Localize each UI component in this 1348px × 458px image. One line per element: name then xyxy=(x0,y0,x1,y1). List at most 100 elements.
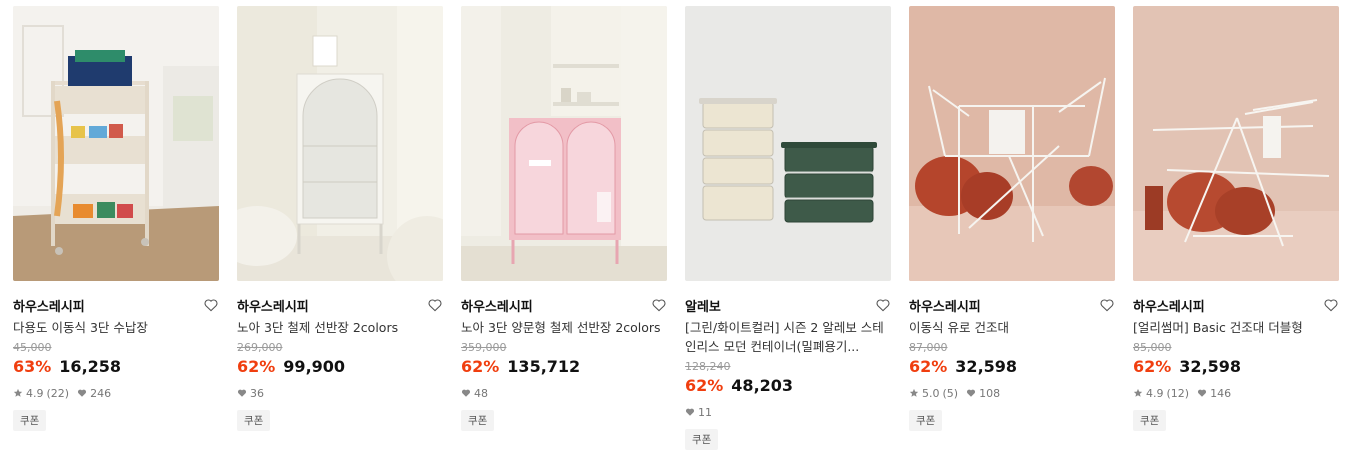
product-image[interactable] xyxy=(237,6,443,281)
star-icon xyxy=(909,388,919,397)
original-price: 128,240 xyxy=(685,360,731,373)
heart-outline-icon[interactable] xyxy=(427,297,443,313)
product-stats: 11 xyxy=(685,405,891,419)
discount-rate: 63% xyxy=(13,357,52,376)
coupon-badge: 쿠폰 xyxy=(1133,410,1167,431)
product-image[interactable] xyxy=(685,6,891,281)
product-title[interactable]: 노아 3단 철제 선반장 2colors xyxy=(237,318,443,337)
review-count: (5) xyxy=(942,386,959,400)
product-title[interactable]: [그린/화이트컬러] 시즌 2 알레보 스테인리스 모던 컨테이너(밀폐용기..… xyxy=(685,318,891,356)
sale-price: 32,598 xyxy=(1179,357,1242,376)
brand-row: 하우스레시피 xyxy=(237,295,443,315)
rating-value: 5.0 xyxy=(922,386,940,400)
product-stats: 5.0 (5) 108 xyxy=(909,386,1115,400)
review-count: (12) xyxy=(1166,386,1190,400)
product-stats: 48 xyxy=(461,386,667,400)
sale-price: 48,203 xyxy=(731,376,794,395)
coupon-badge: 쿠폰 xyxy=(461,410,495,431)
brand-row: 하우스레시피 xyxy=(909,295,1115,315)
price-row: 62% 32,598 xyxy=(1133,357,1339,376)
likes: 48 xyxy=(461,387,488,400)
coupon-badge: 쿠폰 xyxy=(909,410,943,431)
star-icon xyxy=(1133,388,1143,397)
sale-price: 99,900 xyxy=(283,357,346,376)
product-stats: 4.9 (22) 246 xyxy=(13,386,219,400)
product-image[interactable] xyxy=(909,6,1115,281)
heart-outline-icon[interactable] xyxy=(875,297,891,313)
discount-rate: 62% xyxy=(1133,357,1172,376)
price-row: 62% 48,203 xyxy=(685,376,891,395)
product-image[interactable] xyxy=(1133,6,1339,281)
likes: 11 xyxy=(685,406,712,419)
rating: 5.0 (5) xyxy=(909,387,958,400)
original-price: 85,000 xyxy=(1133,341,1172,354)
heart-icon xyxy=(967,389,976,397)
rating: 4.9 (22) xyxy=(13,387,69,400)
product-title[interactable]: 다용도 이동식 3단 수납장 xyxy=(13,318,219,337)
heart-outline-icon[interactable] xyxy=(1099,297,1115,313)
product-image[interactable] xyxy=(13,6,219,281)
heart-icon xyxy=(78,389,87,397)
sale-price: 32,598 xyxy=(955,357,1018,376)
product-card[interactable]: 알레보 [그린/화이트컬러] 시즌 2 알레보 스테인리스 모던 컨테이너(밀폐… xyxy=(685,6,891,450)
rating: 4.9 (12) xyxy=(1133,387,1189,400)
discount-rate: 62% xyxy=(237,357,276,376)
product-card[interactable]: 하우스레시피 다용도 이동식 3단 수납장 45,000 63% 16,258 … xyxy=(13,6,219,431)
product-card[interactable]: 하우스레시피 [얼리썸머] Basic 건조대 더블형 85,000 62% 3… xyxy=(1133,6,1339,431)
original-price: 45,000 xyxy=(13,341,52,354)
price-row: 62% 99,900 xyxy=(237,357,443,376)
original-price: 269,000 xyxy=(237,341,283,354)
brand-row: 하우스레시피 xyxy=(13,295,219,315)
heart-icon xyxy=(237,389,247,397)
product-card[interactable]: 하우스레시피 노아 3단 양문형 철제 선반장 2colors 359,000 … xyxy=(461,6,667,431)
product-grid: 하우스레시피 다용도 이동식 3단 수납장 45,000 63% 16,258 … xyxy=(0,0,1348,458)
brand-name[interactable]: 알레보 xyxy=(685,296,721,315)
brand-row: 하우스레시피 xyxy=(1133,295,1339,315)
sale-price: 135,712 xyxy=(507,357,581,376)
likes-count: 48 xyxy=(474,386,488,400)
product-title[interactable]: 이동식 유로 건조대 xyxy=(909,318,1115,337)
product-stats: 4.9 (12) 146 xyxy=(1133,386,1339,400)
heart-icon xyxy=(685,408,695,416)
original-price: 87,000 xyxy=(909,341,948,354)
price-row: 62% 135,712 xyxy=(461,357,667,376)
likes-count: 246 xyxy=(90,386,112,400)
discount-rate: 62% xyxy=(685,376,724,395)
likes: 108 xyxy=(966,387,1000,400)
discount-rate: 62% xyxy=(909,357,948,376)
brand-name[interactable]: 하우스레시피 xyxy=(237,296,309,315)
review-count: (22) xyxy=(46,386,70,400)
product-title[interactable]: 노아 3단 양문형 철제 선반장 2colors xyxy=(461,318,667,337)
price-row: 63% 16,258 xyxy=(13,357,219,376)
price-row: 62% 32,598 xyxy=(909,357,1115,376)
brand-row: 하우스레시피 xyxy=(461,295,667,315)
likes-count: 146 xyxy=(1210,386,1232,400)
brand-name[interactable]: 하우스레시피 xyxy=(909,296,981,315)
brand-row: 알레보 xyxy=(685,295,891,315)
product-title[interactable]: [얼리썸머] Basic 건조대 더블형 xyxy=(1133,318,1339,337)
rating-value: 4.9 xyxy=(1146,386,1164,400)
brand-name[interactable]: 하우스레시피 xyxy=(461,296,533,315)
rating-value: 4.9 xyxy=(26,386,44,400)
heart-icon xyxy=(1198,389,1207,397)
heart-outline-icon[interactable] xyxy=(203,297,219,313)
product-stats: 36 xyxy=(237,386,443,400)
likes-count: 108 xyxy=(979,386,1001,400)
coupon-badge: 쿠폰 xyxy=(685,429,719,450)
product-card[interactable]: 하우스레시피 노아 3단 철제 선반장 2colors 269,000 62% … xyxy=(237,6,443,431)
brand-name[interactable]: 하우스레시피 xyxy=(13,296,85,315)
coupon-badge: 쿠폰 xyxy=(237,410,271,431)
sale-price: 16,258 xyxy=(59,357,122,376)
heart-outline-icon[interactable] xyxy=(1323,297,1339,313)
heart-icon xyxy=(461,389,471,397)
likes: 246 xyxy=(77,387,111,400)
star-icon xyxy=(13,388,23,397)
original-price: 359,000 xyxy=(461,341,507,354)
product-card[interactable]: 하우스레시피 이동식 유로 건조대 87,000 62% 32,598 5.0 … xyxy=(909,6,1115,431)
likes: 36 xyxy=(237,387,264,400)
heart-outline-icon[interactable] xyxy=(651,297,667,313)
product-image[interactable] xyxy=(461,6,667,281)
likes: 146 xyxy=(1197,387,1231,400)
likes-count: 36 xyxy=(250,386,264,400)
brand-name[interactable]: 하우스레시피 xyxy=(1133,296,1205,315)
